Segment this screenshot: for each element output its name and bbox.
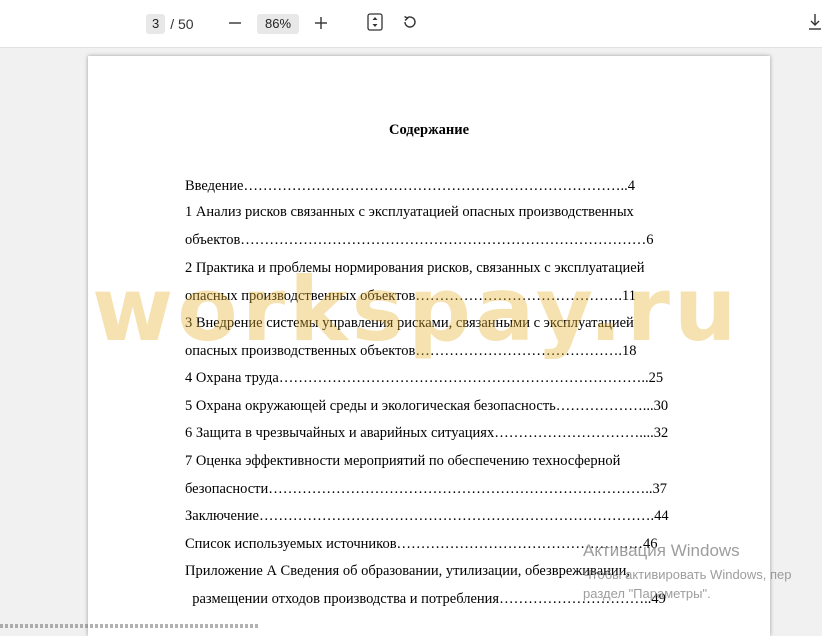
toc-line: объектов…………………………………………………………………………6 [185,232,654,248]
page-navigator: 3 / 50 [146,0,194,48]
fit-page-icon[interactable] [367,13,383,35]
zoom-level[interactable]: 86% [257,14,300,34]
toc-line: Заключение……………………………………………………………………….44 [185,508,669,524]
rotate-icon[interactable] [402,14,418,34]
toc-line: 4 Охрана труда………………………………………………………………….… [185,370,664,386]
total-pages-label: / 50 [170,16,194,32]
taskbar-edge [0,624,260,628]
toc-line: 1 Анализ рисков связанных с эксплуатацие… [185,204,634,220]
minus-icon[interactable] [228,14,242,34]
toc-line: 6 Защита в чрезвычайных и аварийных ситу… [185,425,669,441]
toc-line: опасных производственных объектов…………………… [185,343,637,359]
toc-line: безопасности……………………………………………………………………..… [185,481,667,497]
windows-activation-text: Чтобы активировать Windows, пер раздел "… [583,567,792,601]
toc-line: 3 Внедрение системы управления рисками, … [185,315,634,331]
pdf-toolbar: 3 / 50 86% [0,0,822,48]
toc-line: 2 Практика и проблемы нормирования риско… [185,260,645,276]
download-icon[interactable] [808,13,822,35]
toc-title: Содержание [388,122,470,138]
windows-activation-title: Активация Windows [583,541,740,560]
toc-line: Приложение А Сведения об образовании, ут… [185,563,631,579]
toc-line: опасных производственных объектов…………………… [185,288,636,304]
toc-line: Введение……………………………………………………………………..4 [185,178,635,194]
page-number-input[interactable]: 3 [146,14,166,34]
toc-line: 5 Охрана окружающей среды и экологическа… [185,398,669,414]
plus-icon[interactable] [314,14,328,34]
toc-line: 7 Оценка эффективности мероприятий по об… [185,453,621,469]
